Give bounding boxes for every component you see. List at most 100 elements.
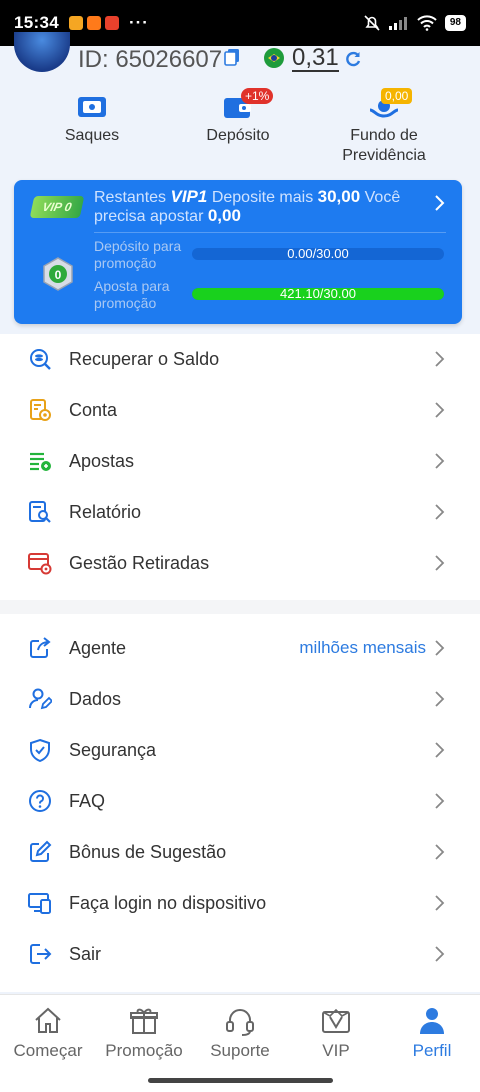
account-document-icon bbox=[30, 399, 51, 421]
menu-item-recover-balance[interactable]: Recuperar o Saldo bbox=[0, 334, 480, 385]
refresh-icon[interactable] bbox=[344, 50, 362, 68]
menu-item-bets[interactable]: Apostas bbox=[0, 436, 480, 487]
user-edit-icon bbox=[29, 688, 52, 710]
divider bbox=[94, 232, 446, 233]
tab-label: Suporte bbox=[210, 1041, 270, 1060]
logout-icon bbox=[30, 944, 52, 964]
menu-item-data[interactable]: Dados bbox=[0, 674, 480, 725]
menu-item-withdraw-management[interactable]: Gestão Retiradas bbox=[0, 538, 480, 589]
coin-search-icon bbox=[30, 349, 51, 370]
more-notifications-icon: ··· bbox=[128, 13, 149, 32]
menu-item-faq[interactable]: FAQ bbox=[0, 776, 480, 827]
withdraw-button[interactable]: Saques bbox=[22, 86, 162, 146]
notification-icons: ··· bbox=[68, 13, 149, 33]
menu-item-label: Agente bbox=[69, 638, 127, 658]
menu-item-label: Relatório bbox=[69, 502, 142, 522]
vip-crown-icon bbox=[322, 1008, 350, 1033]
tab-support[interactable]: Suporte bbox=[192, 1005, 288, 1061]
shield-icon bbox=[30, 738, 50, 762]
menu-item-label: Apostas bbox=[69, 451, 135, 471]
brazil-flag-icon bbox=[264, 48, 284, 68]
deposit-progress-label: Depósito para promoção bbox=[94, 238, 182, 271]
chevron-right-icon bbox=[435, 402, 445, 418]
menu-item-label: Conta bbox=[69, 400, 118, 420]
app-notification-icon bbox=[104, 16, 119, 30]
tab-vip[interactable]: VIP bbox=[288, 1005, 384, 1061]
headset-icon bbox=[226, 1009, 254, 1036]
withdraw-label: Saques bbox=[64, 127, 120, 144]
tab-promotion[interactable]: Promoção bbox=[96, 1005, 192, 1061]
status-time: 15:34 bbox=[14, 13, 59, 32]
gift-icon bbox=[130, 1008, 158, 1034]
vip-deposit-more-label: Deposite mais bbox=[211, 189, 314, 206]
vip-level-tag: VIP 0 bbox=[29, 196, 85, 218]
chevron-right-icon bbox=[435, 195, 445, 211]
agent-promo-text: milhões mensais bbox=[299, 638, 426, 657]
vip-remaining-label: Restantes bbox=[94, 189, 167, 206]
profile-header: ID: 65026607 0,31 bbox=[0, 32, 480, 80]
menu-item-report[interactable]: Relatório bbox=[0, 487, 480, 538]
gesture-home-bar[interactable] bbox=[148, 1078, 333, 1083]
app-notification-icon bbox=[68, 16, 83, 30]
menu-item-device-login[interactable]: Faça login no dispositivo bbox=[0, 878, 480, 929]
menu-item-security[interactable]: Segurança bbox=[0, 725, 480, 776]
tab-label: Perfil bbox=[412, 1041, 452, 1060]
status-bar: 15:34 ··· 98 bbox=[0, 0, 480, 46]
deposit-progress-value: 0.00/30.00 bbox=[287, 248, 349, 260]
bet-progress-label: Aposta para promoção bbox=[94, 278, 170, 311]
fund-button[interactable]: 0,00 Fundo de Previdência bbox=[314, 86, 454, 166]
user-id: ID: 65026607 bbox=[78, 46, 223, 73]
wallet-icon bbox=[75, 92, 109, 122]
section-separator bbox=[0, 600, 480, 614]
menu-item-suggestion-bonus[interactable]: Bônus de Sugestão bbox=[0, 827, 480, 878]
chevron-right-icon bbox=[435, 895, 445, 911]
vip-requirement-text: Restantes VIP1 Deposite mais 30,00 Você … bbox=[94, 188, 430, 226]
tab-home[interactable]: Começar bbox=[0, 1005, 96, 1061]
bet-progress-value: 421.10/30.00 bbox=[280, 288, 356, 300]
chevron-right-icon bbox=[435, 351, 445, 367]
chevron-right-icon bbox=[435, 742, 445, 758]
fund-icon: 0,00 bbox=[367, 88, 413, 122]
chevron-right-icon bbox=[435, 504, 445, 520]
vip-bet-needed: 0,00 bbox=[207, 206, 241, 225]
menu-item-agent[interactable]: Agente milhões mensais bbox=[0, 623, 480, 674]
vip-progress-card[interactable]: VIP 0 Restantes VIP1 Deposite mais 30,00… bbox=[14, 180, 462, 324]
settings-menu: Agente milhões mensais Dados Segurança F… bbox=[0, 614, 480, 992]
menu-item-label: Dados bbox=[69, 689, 122, 709]
card-settings-icon bbox=[28, 553, 52, 575]
home-icon bbox=[35, 1007, 61, 1033]
menu-item-label: Sair bbox=[69, 944, 102, 964]
tab-label: VIP bbox=[322, 1041, 350, 1060]
bet-progress-bar: 421.10/30.00 bbox=[192, 288, 444, 300]
avatar[interactable] bbox=[14, 32, 70, 72]
menu-item-account[interactable]: Conta bbox=[0, 385, 480, 436]
devices-icon bbox=[28, 893, 51, 914]
report-search-icon bbox=[29, 501, 51, 523]
chevron-right-icon bbox=[435, 844, 445, 860]
battery-icon: 98 bbox=[444, 15, 466, 31]
signal-icon bbox=[388, 17, 407, 30]
menu-item-label: FAQ bbox=[69, 791, 106, 811]
vip-medal-icon: 0 bbox=[43, 257, 73, 291]
vip-next-level: VIP1 bbox=[170, 187, 208, 206]
tab-profile[interactable]: Perfil bbox=[384, 1005, 480, 1061]
account-menu: Recuperar o Saldo Conta Apostas Relatóri… bbox=[0, 334, 480, 600]
quick-actions: Saques +1% Depósito 0,00 Fundo de Previd… bbox=[0, 86, 480, 170]
chevron-right-icon bbox=[435, 793, 445, 809]
deposit-button[interactable]: +1% Depósito bbox=[168, 86, 308, 146]
menu-item-label: Recuperar o Saldo bbox=[69, 349, 220, 369]
copy-icon[interactable] bbox=[224, 48, 240, 66]
deposit-progress-bar: 0.00/30.00 bbox=[192, 248, 444, 260]
profile-icon bbox=[420, 1008, 444, 1034]
question-icon bbox=[29, 790, 51, 812]
deposit-icon: +1% bbox=[221, 88, 274, 122]
menu-item-label: Segurança bbox=[69, 740, 157, 760]
chevron-right-icon bbox=[435, 640, 445, 656]
deposit-label: Depósito bbox=[206, 127, 270, 144]
chevron-right-icon bbox=[435, 691, 445, 707]
edit-icon bbox=[30, 840, 52, 862]
wifi-icon bbox=[417, 15, 437, 31]
chevron-right-icon bbox=[435, 453, 445, 469]
menu-item-logout[interactable]: Sair bbox=[0, 929, 480, 980]
tab-label: Começar bbox=[13, 1041, 83, 1060]
